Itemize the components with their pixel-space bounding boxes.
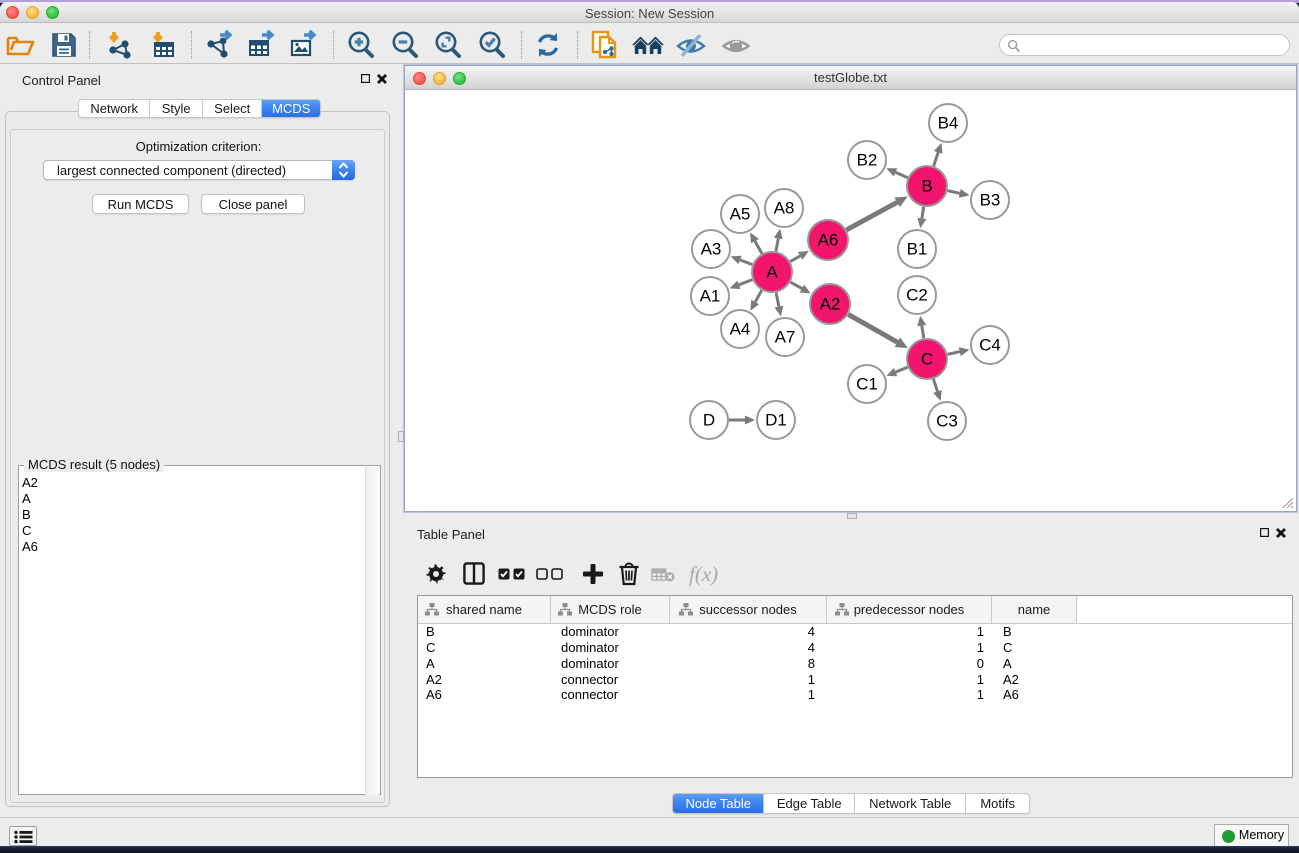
svg-text:A: A bbox=[766, 263, 778, 282]
svg-text:D: D bbox=[703, 411, 715, 430]
svg-text:A4: A4 bbox=[730, 320, 751, 339]
svg-text:C2: C2 bbox=[906, 286, 928, 305]
svg-text:C4: C4 bbox=[979, 336, 1001, 355]
svg-text:C1: C1 bbox=[856, 375, 878, 394]
svg-text:A5: A5 bbox=[730, 205, 751, 224]
svg-text:B4: B4 bbox=[938, 114, 959, 133]
svg-text:A1: A1 bbox=[700, 287, 721, 306]
svg-text:B: B bbox=[921, 177, 932, 196]
svg-text:A7: A7 bbox=[775, 328, 796, 347]
svg-text:A2: A2 bbox=[820, 295, 841, 314]
svg-text:A6: A6 bbox=[818, 231, 839, 250]
svg-text:B2: B2 bbox=[857, 151, 878, 170]
svg-text:C3: C3 bbox=[936, 412, 958, 431]
svg-text:A8: A8 bbox=[774, 199, 795, 218]
svg-text:C: C bbox=[921, 350, 933, 369]
svg-text:A3: A3 bbox=[701, 240, 722, 259]
svg-text:D1: D1 bbox=[765, 411, 787, 430]
svg-text:B3: B3 bbox=[980, 191, 1001, 210]
svg-text:B1: B1 bbox=[907, 240, 928, 259]
